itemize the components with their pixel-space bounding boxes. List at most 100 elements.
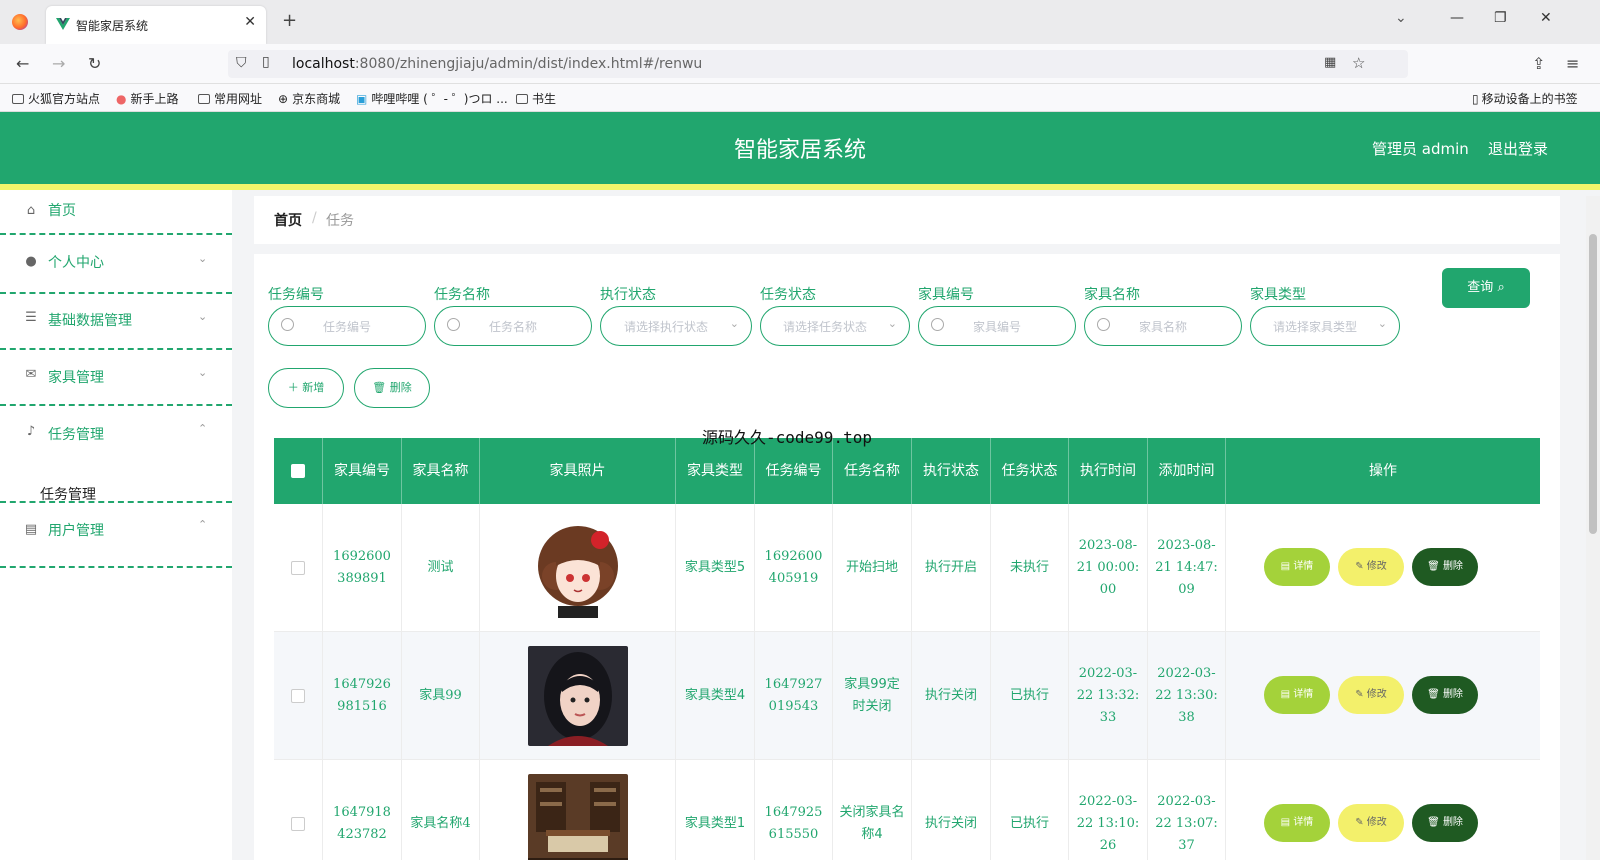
detail-button[interactable]: ▤ 详情 [1264,804,1330,842]
cell-task-status: 未执行 [991,504,1069,632]
page-scrollbar[interactable] [1586,196,1600,860]
cell-furniture-name: 家具99 [402,632,480,760]
bookmark-item[interactable]: ▣ 哔哩哔哩 ( ゜- ゜)つロ ... [356,90,508,107]
delete-button[interactable]: 🗑 删除 [1412,804,1478,842]
bookmark-item[interactable]: 常用网址 [198,90,262,107]
back-icon[interactable]: ← [16,54,29,73]
bookmark-item[interactable]: 火狐官方站点 [12,90,100,107]
batch-delete-button[interactable]: 🗑 删除 [354,368,430,408]
vue-logo-icon [56,18,70,30]
filter-label-task-status: 任务状态 [760,287,816,303]
col-add-time: 添加时间 [1148,438,1226,504]
forward-icon[interactable]: → [52,54,65,73]
table-row[interactable]: 1692600389891 测试 家具类型5 1692600405919 开始扫… [274,504,1540,632]
chevron-up-icon: ⌃ [198,422,208,435]
sliders-icon: ☰ [25,310,37,325]
extensions-icon[interactable]: ⇪ [1532,54,1545,73]
breadcrumb: 首页 / 任务 [254,196,1560,244]
col-task-status: 任务状态 [991,438,1069,504]
task-name-input[interactable]: 任务名称 [434,306,592,346]
detail-button[interactable]: ▤ 详情 [1264,676,1330,714]
delete-button[interactable]: 🗑 删除 [1412,676,1478,714]
menu-icon[interactable]: ≡ [1566,54,1579,73]
select-all-checkbox[interactable] [291,464,305,478]
scrollbar-thumb[interactable] [1589,234,1597,534]
mobile-icon: ▯ [1472,92,1479,106]
select-all-cell [274,438,323,504]
bookmark-item[interactable]: 书生 [516,90,556,107]
row-checkbox[interactable] [291,817,305,831]
placeholder: 任务编号 [322,320,371,334]
tab-title: 智能家居系统 [76,19,149,33]
detail-button[interactable]: ▤ 详情 [1264,548,1330,586]
shield-icon[interactable]: ⛉ [236,55,247,71]
furniture-type-select[interactable]: 请选择家具类型 ⌄ [1250,306,1400,346]
mobile-bookmarks[interactable]: ▯ 移动设备上的书签 [1472,90,1578,107]
sidebar-item-label: 个人中心 [48,255,104,271]
row-select-cell [274,760,323,860]
row-checkbox[interactable] [291,689,305,703]
table-row[interactable]: 1647926981516 家具99 家具类型4 1647927019543 家… [274,632,1540,760]
cell-furniture-no: 1692600389891 [323,504,402,632]
chevron-down-icon[interactable]: ⌄ [1395,10,1407,26]
bookmark-item[interactable]: ⊕ 京东商城 [278,90,340,107]
cell-exec-status: 执行关闭 [912,760,991,860]
furniture-name-input[interactable]: 家具名称 [1084,306,1242,346]
chevron-down-icon: ⌄ [729,317,739,330]
logout-button[interactable]: 退出登录 [1488,138,1548,159]
edit-button[interactable]: ✎ 修改 [1338,676,1404,714]
cell-furniture-no: 1647918423782 [323,760,402,860]
cell-furniture-name: 测试 [402,504,480,632]
url-bar[interactable]: ⛉ ▯ localhost:8080/zhinengjiaju/admin/di… [228,50,1408,78]
table-header: 家具编号 家具名称 家具照片 家具类型 任务编号 任务名称 执行状态 任务状态 … [274,438,1540,504]
new-tab-icon[interactable]: + [282,10,297,31]
mail-icon: ✉ [25,367,37,382]
cell-exec-time: 2022-03-22 13:32:33 [1069,632,1148,760]
cell-exec-status: 执行开启 [912,504,991,632]
sidebar-item-label: 用户管理 [48,523,104,539]
minimize-icon[interactable]: — [1450,10,1464,26]
cell-task-status: 已执行 [991,632,1069,760]
furniture-no-input[interactable]: 家具编号 [918,306,1076,346]
cell-add-time: 2022-03-22 13:30:38 [1148,632,1226,760]
folder-icon [12,94,24,104]
sidebar-item-basedata[interactable]: ☰ 基础数据管理 ⌄ [0,294,232,350]
sidebar-item-tasks[interactable]: ♪ 任务管理 ⌃ [0,406,232,462]
sidebar-item-furniture[interactable]: ✉ 家具管理 ⌄ [0,350,232,406]
sidebar-item-home[interactable]: ⌂ 首页 [0,190,232,238]
star-icon[interactable]: ☆ [1352,54,1365,72]
task-status-select[interactable]: 请选择任务状态 ⌄ [760,306,910,346]
app-title: 智能家居系统 [733,138,866,163]
filter-label-furniture-type: 家具类型 [1250,287,1306,303]
bookmarks-bar: 火狐官方站点 ● 新手上路 常用网址 ⊕ 京东商城 ▣ 哔哩哔哩 ( ゜- ゜)つロ … [0,84,1600,112]
firefox-icon: ● [116,92,127,106]
task-no-input[interactable]: 任务编号 [268,306,426,346]
close-tab-icon[interactable]: ✕ [244,14,256,30]
cell-furniture-photo [480,760,676,860]
chevron-down-icon: ⌄ [887,317,897,330]
placeholder: 请选择执行状态 [623,320,708,334]
bookmark-item[interactable]: ● 新手上路 [116,90,179,107]
browser-tab[interactable]: 智能家居系统 ✕ [46,6,266,44]
delete-button[interactable]: 🗑 删除 [1412,548,1478,586]
sidebar-item-users[interactable]: ▤ 用户管理 ⌃ [0,508,232,568]
add-button[interactable]: ＋ 新增 [268,368,344,408]
close-window-icon[interactable]: ✕ [1540,10,1552,26]
reload-icon[interactable]: ↻ [88,54,101,73]
restore-icon[interactable]: ❐ [1494,10,1507,26]
sidebar-item-label: 基础数据管理 [48,313,132,329]
sidebar-item-profile[interactable]: ● 个人中心 ⌄ [0,238,232,294]
firefox-icon[interactable] [12,14,28,30]
query-button[interactable]: 查询 ⌕ [1442,268,1530,308]
edit-button[interactable]: ✎ 修改 [1338,804,1404,842]
table-row[interactable]: 1647918423782 家具名称4 家具类型1 1647925615550 … [274,760,1540,860]
row-checkbox[interactable] [291,561,305,575]
col-furniture-no: 家具编号 [323,438,402,504]
divider [0,233,232,235]
qr-code-icon[interactable]: ▦ [1324,55,1336,70]
edit-button[interactable]: ✎ 修改 [1338,548,1404,586]
breadcrumb-home[interactable]: 首页 [274,210,302,230]
filter-label-task-no: 任务编号 [268,287,324,303]
exec-status-select[interactable]: 请选择执行状态 ⌄ [600,306,752,346]
cell-actions: ▤ 详情 ✎ 修改 🗑 删除 [1226,760,1540,860]
